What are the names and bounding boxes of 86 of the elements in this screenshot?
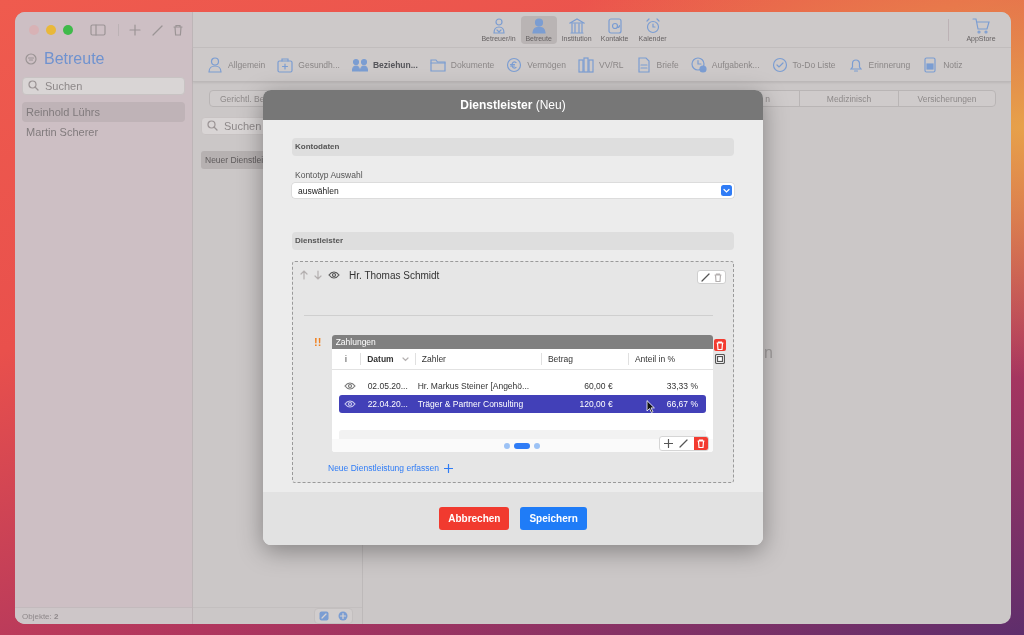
sidebar-toggle-icon[interactable] — [90, 23, 106, 36]
table-cell-text: 02.05.20... — [366, 381, 409, 391]
add-icon[interactable] — [664, 439, 673, 448]
cart-icon — [972, 17, 990, 34]
table-row[interactable]: 22.04.20... Träger & Partner Consulting 120,00 € 66,67 % — [338, 395, 706, 413]
toolbar-tab[interactable]: VV/RL — [573, 52, 629, 77]
warning-mark: !! — [313, 335, 323, 350]
dialog-title: Dienstleister (Neu) — [460, 98, 566, 112]
page-dot[interactable] — [534, 442, 541, 449]
table-cell-text: 66,67 % — [665, 399, 699, 409]
checkmark-circle-icon — [771, 56, 788, 73]
eye-icon — [344, 400, 357, 408]
field-label: Kontotyp Auswahl — [295, 170, 364, 180]
sidebar-title: Betreute — [44, 50, 105, 68]
filter-icon[interactable] — [25, 53, 37, 65]
window-control-icon[interactable] — [46, 24, 56, 35]
page-dot[interactable] — [504, 442, 511, 449]
edit-icon[interactable] — [701, 272, 710, 282]
cancel-button[interactable]: Abbrechen — [439, 507, 510, 530]
eye-icon — [344, 382, 357, 390]
binders-icon — [578, 56, 594, 73]
table-cell-text: 33,33 % — [665, 381, 699, 391]
trash-icon[interactable] — [173, 23, 183, 36]
table-cell-text: Hr. Markus Steiner [Angehö... — [416, 381, 531, 391]
column-header[interactable]: Zahler — [414, 353, 541, 365]
table-cell-text: 22.04.20... — [366, 399, 409, 409]
medical-case-icon — [277, 56, 294, 73]
euro-coin-icon — [506, 56, 523, 73]
chevron-down-icon — [401, 356, 409, 362]
table-cell-text: 60,00 € — [583, 381, 614, 391]
toolbar-tab[interactable]: To-Do Liste — [766, 52, 841, 77]
document-icon — [635, 56, 652, 73]
search-field[interactable]: Suchen — [22, 77, 185, 95]
search-icon — [28, 80, 39, 91]
person-outline-icon — [207, 56, 223, 73]
provider-name: Hr. Thomas Schmidt — [349, 269, 440, 281]
search-icon — [207, 120, 218, 131]
segment-tab[interactable]: Medizinisch — [800, 91, 899, 106]
people-icon — [351, 56, 368, 73]
address-book-icon — [606, 17, 623, 34]
section-header: Kontodaten — [292, 138, 734, 156]
column-header[interactable]: i — [331, 353, 361, 365]
save-button[interactable]: Speichern — [520, 507, 587, 530]
toolbar-tab[interactable]: Vermögen — [501, 52, 571, 77]
toolbar-tab[interactable]: Dokumente — [424, 52, 500, 77]
folder-icon — [429, 56, 446, 73]
note-icon — [922, 56, 939, 73]
toolbar-tab[interactable]: Notiz — [917, 52, 968, 77]
person-outline-icon — [490, 17, 507, 34]
cursor-icon — [646, 400, 655, 413]
toolbar-tab[interactable]: Aufgabenk... — [685, 52, 765, 77]
clock-check-icon — [690, 56, 707, 73]
toolbar-tab[interactable]: Erinnerung — [842, 52, 916, 77]
delete-button[interactable] — [714, 339, 726, 351]
table-cell-text: 120,00 € — [578, 399, 614, 409]
column-header[interactable]: Betrag — [540, 353, 628, 365]
table-title: Zahlungen — [331, 335, 713, 349]
chevron-down-icon — [721, 185, 732, 196]
add-service-link[interactable]: Neue Dienstleistung erfassen — [328, 463, 454, 473]
delete-button[interactable] — [694, 437, 708, 450]
toolbar-tab[interactable]: Gesundh... — [272, 52, 345, 77]
eye-icon[interactable] — [328, 271, 340, 279]
person-icon — [530, 17, 547, 34]
bell-icon — [847, 56, 864, 73]
copy-icon[interactable] — [715, 354, 725, 364]
section-header: Dienstleister — [292, 232, 734, 250]
toolbar-tab[interactable]: Briefe — [630, 52, 684, 77]
plus-icon — [444, 463, 454, 473]
trash-icon — [697, 439, 705, 448]
window-control-icon[interactable] — [63, 24, 73, 35]
segment-tab[interactable]: Versicherungen — [899, 91, 995, 106]
select-field[interactable]: auswählen — [292, 183, 734, 198]
building-icon — [568, 17, 585, 34]
table-row[interactable]: 02.05.20... Hr. Markus Steiner [Angehö... 60,00 € 33,33 % — [338, 377, 706, 395]
trash-icon — [716, 340, 724, 350]
sidebar-item[interactable]: Reinhold Lührs — [22, 102, 185, 122]
toolbar-tab[interactable]: Beziehun... — [346, 52, 423, 77]
arrow-down-icon[interactable] — [314, 270, 322, 280]
column-header[interactable]: Anteil in % — [627, 353, 713, 365]
column-header[interactable]: Datum — [360, 353, 415, 365]
edit-icon[interactable] — [679, 439, 688, 448]
alarm-clock-icon — [644, 17, 661, 34]
sidebar-item[interactable]: Martin Scherer — [22, 122, 185, 142]
toolbar-tab[interactable]: Allgemein — [202, 52, 271, 77]
table-cell-text: Träger & Partner Consulting — [416, 399, 525, 409]
arrow-up-icon[interactable] — [300, 270, 308, 280]
